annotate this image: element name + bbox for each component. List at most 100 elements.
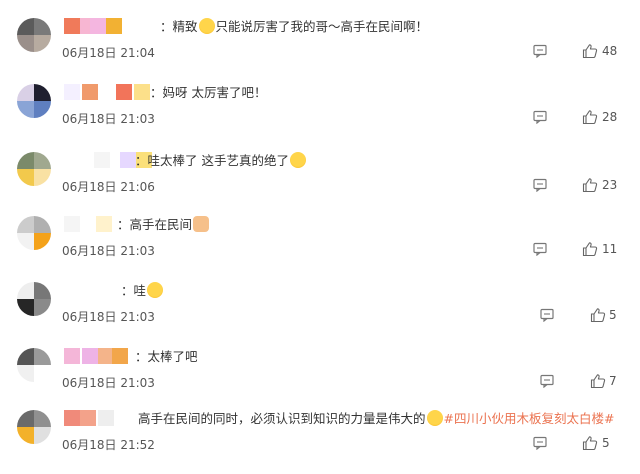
comment-text: ：精致 只能说厉害了我的哥～高手在民间啊！ [160, 18, 428, 36]
comment-text: ：妈呀 太厉害了吧！ [150, 84, 266, 102]
timestamp: 06月18日 21:04 [62, 46, 155, 60]
username-pixel [64, 152, 80, 168]
username-pixel [94, 152, 110, 168]
thumbs-up-icon[interactable] [582, 43, 598, 59]
like-count: 5 [609, 308, 617, 322]
avatar[interactable] [17, 152, 51, 186]
comment-item: ：高手在民间 06月18日 21:03 11 [0, 216, 640, 280]
avatar[interactable] [17, 18, 51, 52]
thumbs-up-icon[interactable] [582, 177, 598, 193]
avatar-pixel [34, 216, 51, 233]
avatar-pixel [17, 169, 34, 186]
avatar-pixel [17, 84, 34, 101]
timestamp: 06月18日 21:03 [62, 310, 155, 324]
reply-icon[interactable] [533, 110, 547, 124]
avatar-pixel [34, 152, 51, 169]
like-count: 23 [602, 178, 618, 192]
avatar[interactable] [17, 348, 51, 382]
username-pixel [90, 18, 106, 34]
username-pixel [82, 84, 98, 100]
avatar-pixel [34, 35, 51, 52]
avatar-pixel [17, 101, 34, 118]
comment-item: 高手在民间的同时，必须认识到知识的力量是伟大的 #四川小伙用木板复刻太白楼# 06月… [0, 410, 640, 474]
grinning-emoji [426, 410, 443, 426]
like-count: 7 [609, 374, 617, 388]
avatar-pixel [17, 299, 34, 316]
comment-item: ：太棒了吧 06月18日 21:03 7 [0, 348, 640, 412]
comment-text: ：高手在民间 [117, 216, 210, 234]
comment-text-segment: ：哇太棒了 这手艺真的绝了 [135, 153, 289, 168]
username-pixel [64, 84, 80, 100]
avatar-pixel [17, 427, 34, 444]
username-pixel [82, 348, 98, 364]
avatar-pixel [17, 35, 34, 52]
comment-text: ：太棒了吧 [135, 348, 198, 366]
reply-icon[interactable] [540, 308, 554, 322]
comment-text-segment: 高手在民间的同时，必须认识到知识的力量是伟大的 [138, 411, 426, 426]
like-count: 11 [602, 242, 618, 256]
comment-text-segment: ：妈呀 太厉害了吧！ [150, 85, 267, 100]
avatar-pixel [34, 233, 51, 250]
avatar-pixel [34, 348, 51, 365]
avatar-pixel [34, 101, 51, 118]
comment-text-segment: 只能说厉害了我的哥～高手在民间啊！ [215, 19, 429, 34]
timestamp: 06月18日 21:06 [62, 180, 155, 194]
avatar-pixel [34, 84, 51, 101]
username-pixel [64, 348, 80, 364]
timestamp: 06月18日 21:03 [62, 112, 155, 126]
avatar-pixel [17, 216, 34, 233]
comment-text-segment: ：哇 [121, 283, 147, 298]
comment-item: ：精致 只能说厉害了我的哥～高手在民间啊！ 06月18日 21:04 48 [0, 18, 640, 82]
thumbs-up-icon[interactable] [582, 435, 598, 451]
username-pixel [98, 84, 114, 100]
grinning-emoji [147, 282, 164, 298]
avatar-pixel [17, 365, 34, 382]
comment-text-segment: ：太棒了吧 [135, 349, 198, 364]
like-count: 48 [602, 44, 618, 58]
like-count: 28 [602, 110, 618, 124]
username-pixel [64, 18, 80, 34]
timestamp: 06月18日 21:03 [62, 376, 155, 390]
reply-icon[interactable] [533, 436, 547, 450]
avatar[interactable] [17, 216, 51, 250]
username-pixel [116, 84, 132, 100]
avatar-pixel [17, 348, 34, 365]
reply-icon[interactable] [533, 242, 547, 256]
reply-icon[interactable] [540, 374, 554, 388]
avatar-pixel [34, 427, 51, 444]
avatar-pixel [34, 410, 51, 427]
reply-icon[interactable] [533, 44, 547, 58]
username-pixel [106, 18, 122, 34]
username-pixel [64, 216, 80, 232]
avatar-pixel [34, 365, 51, 382]
avatar[interactable] [17, 282, 51, 316]
avatar-pixel [17, 410, 34, 427]
avatar-pixel [17, 282, 34, 299]
username-pixel [96, 216, 112, 232]
avatar-pixel [34, 299, 51, 316]
hashtag-link[interactable]: #四川小伙用木板复刻太白楼# [444, 411, 615, 426]
avatar-pixel [17, 233, 34, 250]
username-pixel [98, 410, 114, 426]
avatar[interactable] [17, 84, 51, 118]
thumbs-up-emoji [193, 216, 210, 232]
comment-text: 高手在民间的同时，必须认识到知识的力量是伟大的 #四川小伙用木板复刻太白楼# [138, 410, 614, 428]
thumbs-up-icon[interactable] [590, 307, 606, 323]
timestamp: 06月18日 21:03 [62, 244, 155, 258]
thumbs-up-icon[interactable] [582, 109, 598, 125]
username-pixel [112, 348, 128, 364]
comment-item: ：哇 06月18日 21:03 5 [0, 282, 640, 346]
reply-icon[interactable] [533, 178, 547, 192]
comment-text: ：哇太棒了 这手艺真的绝了 [135, 152, 307, 170]
avatar[interactable] [17, 410, 51, 444]
username-pixel [134, 84, 150, 100]
timestamp: 06月18日 21:52 [62, 438, 155, 452]
avatar-pixel [34, 282, 51, 299]
avatar-pixel [17, 152, 34, 169]
avatar-pixel [17, 18, 34, 35]
thumbs-up-icon[interactable] [582, 241, 598, 257]
username-pixel [64, 410, 80, 426]
like-count: 5 [602, 436, 610, 450]
thumbs-up-icon[interactable] [590, 373, 606, 389]
comment-text-segment: ：精致 [160, 19, 198, 34]
